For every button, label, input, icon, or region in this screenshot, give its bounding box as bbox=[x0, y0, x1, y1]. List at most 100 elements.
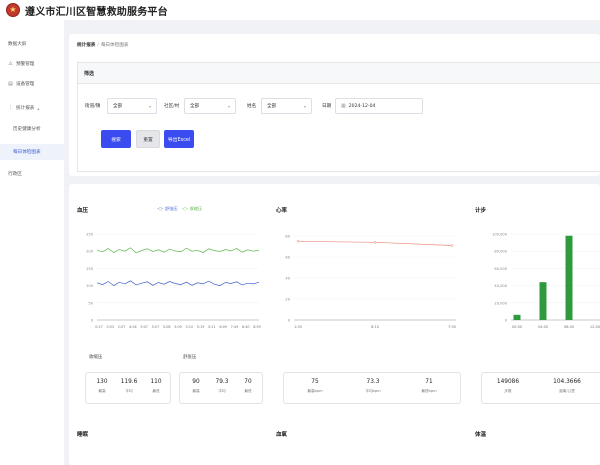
y-tick-label: 200 bbox=[86, 250, 94, 254]
x-tick-label: 8:59 bbox=[253, 325, 261, 329]
sidebar-item-reports[interactable]: ⫶ 统计报表 ▴ bbox=[0, 100, 64, 116]
series-line-diastolic bbox=[96, 280, 260, 287]
sidebar-item-district[interactable]: 行政区 bbox=[0, 166, 64, 182]
data-point bbox=[450, 244, 454, 247]
stat-label: 距离/公里 bbox=[559, 389, 575, 393]
stat-value: 75 bbox=[311, 379, 319, 385]
heart-rate-title: 心率 bbox=[276, 208, 288, 214]
blood-oxygen-title: 血氧 bbox=[276, 432, 288, 438]
heart-rate-chart: 0 20 40 60 80 1:05 6:10 7:50 bbox=[285, 235, 456, 330]
y-tick-label: 60,000 bbox=[494, 267, 507, 271]
community-value: 全部 bbox=[190, 104, 200, 109]
sleep-title: 睡眠 bbox=[77, 432, 89, 438]
stat-systolic-avg: 119.6 平均 bbox=[117, 379, 141, 394]
y-tick-label: 80 bbox=[285, 235, 290, 239]
breadcrumb: 统计报表 / 每日体检图表 bbox=[77, 42, 129, 48]
systolic-stats-label: 收缩压 bbox=[89, 355, 103, 360]
export-excel-button[interactable]: 导出Excel bbox=[164, 130, 194, 148]
stat-label: 步数 bbox=[504, 389, 512, 393]
calendar-icon: ▦ bbox=[341, 103, 346, 109]
x-tick-label: 00:00 bbox=[512, 325, 523, 329]
stat-steps-count: 149086 步数 bbox=[486, 379, 530, 394]
stat-label: 最低bpm bbox=[421, 389, 437, 393]
x-tick-label: 5:09 bbox=[174, 325, 182, 329]
name-label: 姓名 bbox=[247, 104, 257, 109]
stat-value: 70 bbox=[244, 379, 252, 385]
sidebar-item-history-analysis[interactable]: 历史健康分析 bbox=[0, 121, 64, 137]
stat-diastolic-min: 70 最低 bbox=[236, 379, 260, 394]
filter-card: 统计报表 / 每日体检图表 筛选 街道/镇 全部 ▾ 社区/村 全部 ▾ 姓名 全部… bbox=[69, 34, 600, 176]
stat-value: 130 bbox=[96, 379, 108, 385]
legend-systolic[interactable]: -○- 收缩压 bbox=[182, 206, 203, 211]
stat-hr-avg: 73.3 平均bpm bbox=[352, 379, 394, 394]
community-select[interactable]: 全部 ▾ bbox=[184, 98, 236, 114]
bar bbox=[513, 314, 521, 320]
stat-value: 79.3 bbox=[215, 379, 229, 385]
warning-icon: ⚠ bbox=[8, 61, 13, 67]
name-select[interactable]: 全部 ▾ bbox=[261, 98, 312, 114]
top-header: ★ 遵义市汇川区智慧救助服务平台 bbox=[0, 0, 600, 20]
stat-value: 149086 bbox=[496, 379, 520, 385]
bar bbox=[565, 235, 573, 320]
x-tick-label: 5:10 bbox=[185, 325, 193, 329]
stat-value: 71 bbox=[425, 379, 433, 385]
y-tick-label: 60 bbox=[285, 256, 290, 260]
x-tick-label: 6:10 bbox=[371, 325, 380, 329]
filter-panel: 筛选 街道/镇 全部 ▾ 社区/村 全部 ▾ 姓名 全部 ▾ 日期 ▦ 2024… bbox=[77, 62, 600, 172]
blood-pressure-chart: 0501001502002500:27 0:53 2:07 4:04 5:07 5:07 5… bbox=[86, 233, 261, 330]
steps-chart: 0 20,000 40,000 60,000 80,000 100,000 00:00 04:… bbox=[492, 233, 600, 329]
chevron-down-icon: ▾ bbox=[227, 103, 230, 109]
x-tick-label: 5:08 bbox=[163, 325, 171, 329]
chart-icon: ⫶ bbox=[9, 105, 12, 111]
sidebar-item-daily-chart[interactable]: 每日体检图表 bbox=[0, 144, 64, 160]
steps-stats-box: 149086 步数 104.3666 距离/公里 bbox=[481, 372, 600, 404]
y-tick-label: 100,000 bbox=[492, 233, 508, 237]
stat-label: 平均 bbox=[218, 389, 226, 393]
legend-diastolic[interactable]: -○- 舒张压 bbox=[157, 206, 178, 211]
search-button[interactable]: 搜索 bbox=[101, 130, 131, 148]
steps-title: 计步 bbox=[475, 208, 487, 214]
date-picker[interactable]: ▦ 2024-12-04 bbox=[335, 98, 423, 114]
x-tick-label: 1:05 bbox=[294, 325, 302, 329]
name-value: 全部 bbox=[267, 104, 277, 109]
sidebar-item-alerts[interactable]: ⚠ 预警管理 bbox=[0, 56, 64, 72]
y-tick-label: 80,000 bbox=[494, 250, 507, 254]
y-tick-label: 0 bbox=[91, 319, 94, 323]
data-point bbox=[373, 241, 377, 244]
device-icon: ▤ bbox=[8, 81, 13, 87]
bar bbox=[539, 282, 547, 320]
reset-button[interactable]: 重置 bbox=[136, 130, 160, 148]
blood-pressure-title: 血压 bbox=[77, 208, 89, 214]
x-tick-label: 0:53 bbox=[106, 325, 114, 329]
stat-value: 73.3 bbox=[366, 379, 380, 385]
x-tick-label: 6:09 bbox=[219, 325, 227, 329]
x-tick-label: 5:21 bbox=[208, 325, 216, 329]
stat-label: 平均bpm bbox=[365, 389, 381, 393]
sidebar-item-label: 数据大屏 bbox=[8, 42, 27, 47]
street-select[interactable]: 全部 ▾ bbox=[107, 98, 157, 114]
sidebar-item-devices[interactable]: ▤ 设备管理 bbox=[0, 76, 64, 92]
stat-label: 平均 bbox=[125, 389, 133, 393]
stat-label: 最低 bbox=[244, 389, 252, 393]
x-tick-label: 7:49 bbox=[231, 325, 239, 329]
stat-value: 119.6 bbox=[120, 379, 138, 385]
date-value: 2024-12-04 bbox=[348, 103, 376, 109]
breadcrumb-current: 每日体检图表 bbox=[100, 43, 129, 48]
filter-title: 筛选 bbox=[78, 63, 600, 84]
chevron-up-icon: ▴ bbox=[37, 105, 40, 111]
date-label: 日期 bbox=[322, 104, 332, 109]
sidebar-item-label: 预警管理 bbox=[16, 62, 35, 67]
x-tick-label: 5:19 bbox=[197, 325, 205, 329]
stat-label: 最低 bbox=[152, 389, 160, 393]
x-tick-label: 04:00 bbox=[538, 325, 549, 329]
breadcrumb-parent[interactable]: 统计报表 bbox=[77, 43, 95, 48]
sidebar-item-label: 每日体检图表 bbox=[13, 150, 41, 155]
sidebar-item-dashboard[interactable]: 数据大屏 bbox=[0, 36, 64, 52]
y-tick-label: 0 bbox=[505, 319, 508, 323]
y-tick-label: 100 bbox=[86, 284, 94, 288]
chevron-down-icon: ▾ bbox=[148, 103, 151, 109]
sidebar-item-label: 行政区 bbox=[8, 172, 22, 177]
main-content: 统计报表 / 每日体检图表 筛选 街道/镇 全部 ▾ 社区/村 全部 ▾ 姓名 全部… bbox=[64, 20, 600, 465]
y-tick-label: 40 bbox=[285, 277, 290, 281]
y-tick-label: 0 bbox=[288, 319, 291, 323]
